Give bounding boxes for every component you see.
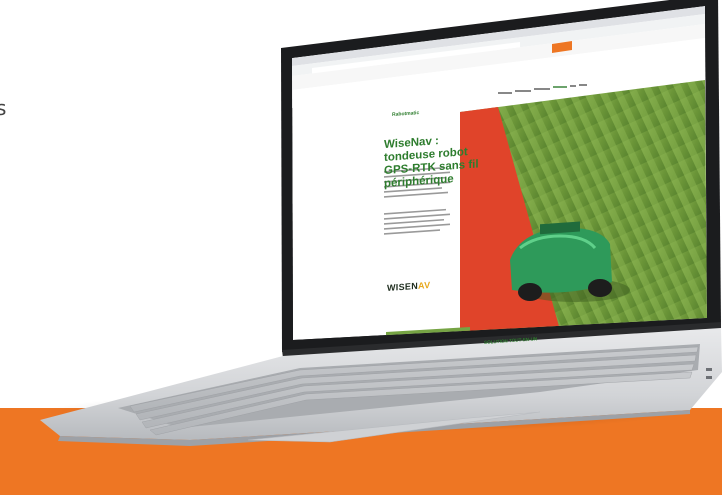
usb-port xyxy=(706,368,712,371)
laptop-illustration xyxy=(40,0,722,446)
usb-port xyxy=(706,376,712,379)
photo-stage: s Rabotmatic WiseNav: tondeuse robot GP… xyxy=(0,0,722,495)
article-headline: WiseNav : tondeuse robot GPS-RTK sans fi… xyxy=(384,135,479,190)
wisenav-logo-accent: AV xyxy=(418,279,431,291)
